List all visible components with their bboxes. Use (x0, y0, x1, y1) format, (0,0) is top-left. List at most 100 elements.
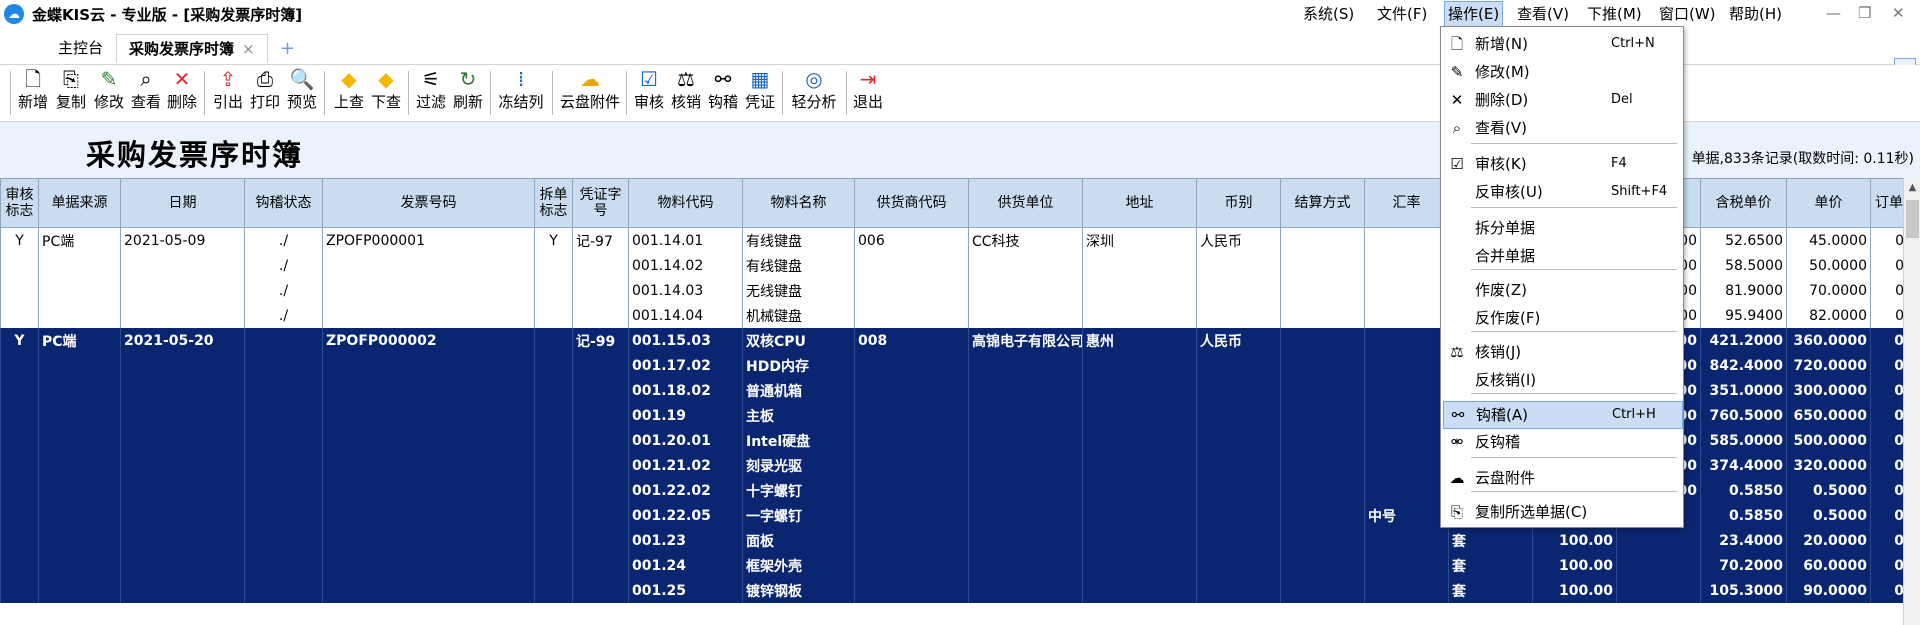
table-cell[interactable]: 0 (1870, 303, 1908, 328)
table-cell[interactable]: 001.23 (628, 528, 743, 553)
table-cell[interactable] (572, 503, 629, 528)
table-cell[interactable] (322, 303, 535, 328)
table-cell[interactable]: ./ (244, 303, 323, 328)
menu-view[interactable]: 查看(V) (1514, 2, 1572, 26)
table-cell[interactable] (534, 328, 573, 353)
table-cell[interactable]: 0.5000 (1786, 478, 1871, 503)
table-cell[interactable]: 70.2000 (1700, 553, 1787, 578)
table-cell[interactable]: 镀锌钢板 (742, 578, 855, 603)
table-cell[interactable] (1280, 303, 1365, 328)
table-cell[interactable] (968, 478, 1083, 503)
table-cell[interactable] (1196, 453, 1281, 478)
table-cell[interactable]: 人民币 (1196, 227, 1281, 253)
table-cell[interactable]: ./ (244, 278, 323, 303)
table-cell[interactable] (968, 503, 1083, 528)
table-cell[interactable] (572, 303, 629, 328)
table-row[interactable]: 001.23 面板 套 100.00 23.4000 20.0000 0 (0, 528, 1908, 553)
table-cell[interactable] (120, 303, 245, 328)
table-cell[interactable] (322, 553, 535, 578)
table-cell[interactable] (120, 503, 245, 528)
table-cell[interactable] (1082, 528, 1197, 553)
table-cell[interactable]: 100.00 (1532, 578, 1617, 603)
minimize-icon[interactable]: — (1826, 4, 1841, 22)
copy-button[interactable]: ⎘ 复制 (52, 67, 90, 119)
table-cell[interactable]: 006 (854, 227, 969, 253)
column-header[interactable]: 发票号码 (322, 178, 535, 228)
table-cell[interactable]: 主板 (742, 403, 855, 428)
menu-push[interactable]: 下推(M) (1584, 2, 1645, 26)
table-cell[interactable]: 框架外壳 (742, 553, 855, 578)
table-cell[interactable]: Y (0, 328, 39, 353)
table-cell[interactable] (1196, 578, 1281, 603)
table-cell[interactable] (1364, 328, 1449, 353)
table-cell[interactable]: 001.25 (628, 578, 743, 603)
table-cell[interactable]: Intel硬盘 (742, 428, 855, 453)
table-cell[interactable]: 0 (1870, 453, 1908, 478)
table-cell[interactable]: 高锦电子有限公司 (968, 328, 1083, 353)
column-header[interactable]: 地址 (1082, 178, 1197, 228)
table-cell[interactable]: ./ (244, 227, 323, 253)
menu-item[interactable]: ⚖ 核销(J) (1443, 339, 1681, 365)
cloud-attachment-button[interactable]: ☁ 云盘附件 (558, 67, 622, 119)
table-cell[interactable] (534, 303, 573, 328)
column-header[interactable]: 物料名称 (742, 178, 855, 228)
table-cell[interactable] (244, 528, 323, 553)
table-cell[interactable] (1082, 503, 1197, 528)
table-cell[interactable]: 2021-05-20 (120, 328, 245, 353)
table-cell[interactable] (572, 378, 629, 403)
table-cell[interactable] (244, 353, 323, 378)
table-cell[interactable] (244, 453, 323, 478)
table-cell[interactable]: 0.5850 (1700, 503, 1787, 528)
table-cell[interactable] (322, 453, 535, 478)
hook-button[interactable]: ⚯ 钩稽 (704, 67, 742, 119)
table-cell[interactable]: 人民币 (1196, 328, 1281, 353)
table-cell[interactable]: 760.5000 (1700, 403, 1787, 428)
table-cell[interactable]: 0 (1870, 553, 1908, 578)
table-row[interactable]: 001.24 框架外壳 套 100.00 70.2000 60.0000 0 (0, 553, 1908, 578)
table-cell[interactable] (854, 378, 969, 403)
table-cell[interactable] (0, 403, 39, 428)
table-cell[interactable] (854, 553, 969, 578)
table-cell[interactable]: PC端 (38, 328, 121, 353)
add-tab-icon[interactable]: + (280, 38, 295, 59)
table-cell[interactable] (968, 253, 1083, 278)
table-cell[interactable]: 十字螺钉 (742, 478, 855, 503)
table-cell[interactable] (38, 403, 121, 428)
table-cell[interactable]: 0.5000 (1786, 503, 1871, 528)
table-cell[interactable] (854, 528, 969, 553)
table-cell[interactable] (534, 403, 573, 428)
table-cell[interactable]: 深圳 (1082, 227, 1197, 253)
column-header[interactable]: 含税单价 (1700, 178, 1787, 228)
table-cell[interactable] (1364, 378, 1449, 403)
table-cell[interactable] (0, 353, 39, 378)
table-cell[interactable] (572, 453, 629, 478)
table-cell[interactable] (968, 378, 1083, 403)
table-cell[interactable]: 650.0000 (1786, 403, 1871, 428)
table-cell[interactable]: 100.00 (1532, 553, 1617, 578)
table-cell[interactable] (1364, 553, 1449, 578)
close-window-icon[interactable]: ✕ (1892, 4, 1905, 22)
table-cell[interactable] (1364, 528, 1449, 553)
table-cell[interactable] (0, 528, 39, 553)
table-cell[interactable] (120, 378, 245, 403)
table-cell[interactable] (1082, 403, 1197, 428)
table-cell[interactable] (1280, 278, 1365, 303)
table-cell[interactable] (1364, 227, 1449, 253)
table-cell[interactable]: ZPOFP000001 (322, 227, 535, 253)
table-cell[interactable]: 001.19 (628, 403, 743, 428)
table-cell[interactable] (1364, 403, 1449, 428)
table-cell[interactable] (1616, 578, 1701, 603)
table-cell[interactable] (1082, 553, 1197, 578)
table-cell[interactable] (1082, 428, 1197, 453)
table-cell[interactable] (1364, 253, 1449, 278)
column-header[interactable]: 凭证字 号 (572, 178, 629, 228)
table-cell[interactable] (968, 578, 1083, 603)
table-cell[interactable]: 720.0000 (1786, 353, 1871, 378)
table-cell[interactable]: 0.5850 (1700, 478, 1787, 503)
table-cell[interactable]: 008 (854, 328, 969, 353)
table-cell[interactable] (322, 478, 535, 503)
menu-item[interactable]: 合并单据 (1443, 243, 1681, 269)
table-cell[interactable]: 500.0000 (1786, 428, 1871, 453)
menu-item[interactable]: 作废(Z) (1443, 277, 1681, 303)
menu-item[interactable]: ✎ 修改(M) (1443, 59, 1681, 85)
